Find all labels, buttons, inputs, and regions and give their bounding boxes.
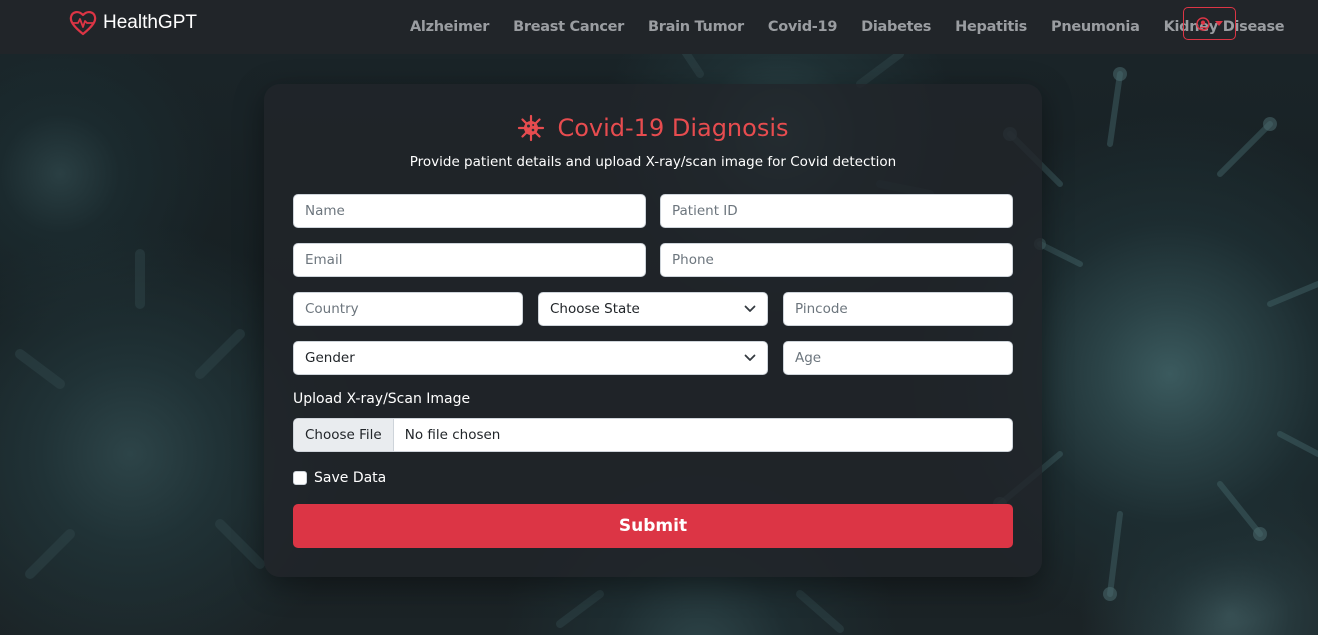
pincode-input[interactable] [783, 292, 1013, 326]
gender-select-value: Gender [305, 350, 355, 366]
gender-select[interactable]: Gender [293, 341, 768, 375]
submit-button[interactable]: Submit [293, 504, 1013, 548]
country-input[interactable] [293, 292, 523, 326]
email-input[interactable] [293, 243, 646, 277]
name-input[interactable] [293, 194, 646, 228]
save-data-row: Save Data [293, 470, 386, 486]
form-title: Covid-19 Diagnosis [264, 114, 1042, 142]
diagnosis-form-card: Covid-19 Diagnosis Provide patient detai… [264, 84, 1042, 577]
caret-down-icon [1215, 21, 1223, 26]
nav-links: Alzheimer Breast Cancer Brain Tumor Covi… [398, 0, 1296, 54]
form-title-text: Covid-19 Diagnosis [557, 114, 789, 142]
nav-link-brain-tumor[interactable]: Brain Tumor [636, 19, 756, 35]
form-subtitle: Provide patient details and upload X-ray… [409, 154, 897, 170]
choose-file-button[interactable]: Choose File [294, 419, 394, 451]
file-upload-input[interactable]: Choose File No file chosen [293, 418, 1013, 452]
nav-link-pneumonia[interactable]: Pneumonia [1039, 19, 1152, 35]
state-select-value: Choose State [550, 301, 640, 317]
nav-link-diabetes[interactable]: Diabetes [849, 19, 943, 35]
user-circle-icon [1196, 16, 1210, 31]
chevron-down-icon [744, 305, 756, 312]
brand-name: HealthGPT [103, 12, 197, 33]
patient-id-input[interactable] [660, 194, 1013, 228]
user-menu-button[interactable] [1183, 7, 1236, 40]
heartbeat-icon [69, 11, 97, 36]
age-input[interactable] [783, 341, 1013, 375]
phone-input[interactable] [660, 243, 1013, 277]
virus-icon [518, 114, 545, 142]
chevron-down-icon [744, 354, 756, 361]
nav-link-breast-cancer[interactable]: Breast Cancer [501, 19, 636, 35]
brand-link[interactable]: HealthGPT [69, 10, 197, 36]
nav-link-alzheimer[interactable]: Alzheimer [398, 19, 501, 35]
state-select[interactable]: Choose State [538, 292, 768, 326]
save-data-checkbox[interactable] [293, 471, 307, 485]
upload-label: Upload X-ray/Scan Image [293, 391, 471, 407]
nav-link-covid-19[interactable]: Covid-19 [756, 19, 849, 35]
file-status-text: No file chosen [404, 427, 501, 443]
nav-link-hepatitis[interactable]: Hepatitis [943, 19, 1039, 35]
top-navbar: HealthGPT Alzheimer Breast Cancer Brain … [0, 0, 1318, 54]
save-data-label[interactable]: Save Data [314, 470, 386, 486]
